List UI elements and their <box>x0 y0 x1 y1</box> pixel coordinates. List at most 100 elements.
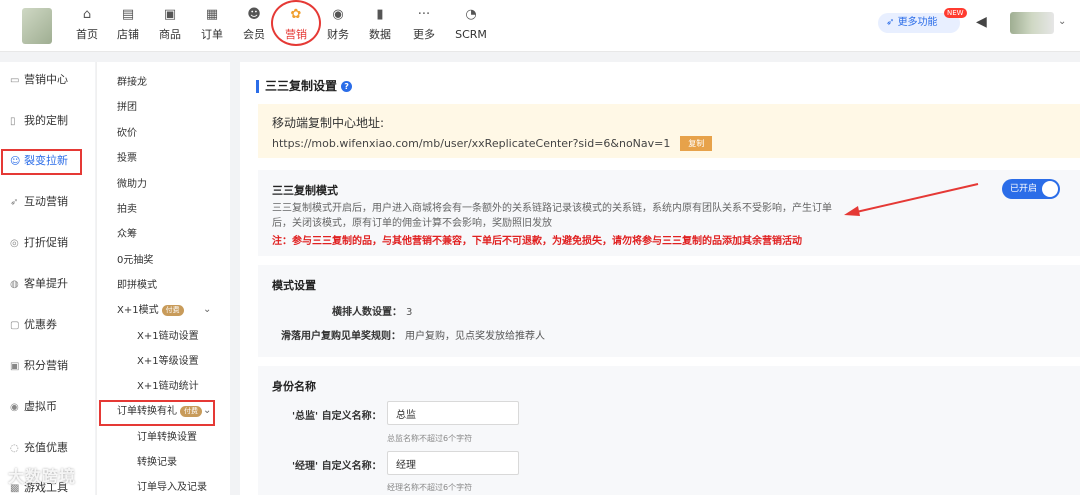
subnav-item[interactable]: 0元抽奖 <box>117 254 153 268</box>
slide-value: 用户复购，见点奖发放给推荐人 <box>405 331 545 342</box>
subnav-item[interactable]: 拼团 <box>117 101 137 115</box>
more-icon: ··· <box>417 7 431 22</box>
sidebar-item-order-boost[interactable]: ◍ 客单提升 <box>0 272 95 296</box>
sidebar-item-interactive[interactable]: ➶ 互动营销 <box>0 190 95 214</box>
virtual-coin-icon: ◉ <box>10 402 19 413</box>
shop-logo[interactable] <box>22 8 52 44</box>
chevron-down-icon[interactable]: ⌄ <box>203 304 211 315</box>
sidebar-item-label: 我的定制 <box>24 114 68 127</box>
home-icon: ⌂ <box>82 7 92 22</box>
nav-data[interactable]: ▮ 数据 <box>360 4 400 44</box>
main-content: 三三复制设置? 移动端复制中心地址: https://mob.wifenxiao… <box>240 62 1080 495</box>
chevron-down-icon[interactable]: ⌄ <box>1058 16 1066 27</box>
new-badge: NEW <box>944 8 967 18</box>
pattern-title: 模式设置 <box>272 279 316 292</box>
sidebar-item-recharge[interactable]: ◌ 充值优惠 <box>0 436 95 460</box>
help-icon[interactable]: ? <box>341 81 353 92</box>
order-boost-icon: ◍ <box>10 279 19 290</box>
manager-label: '经理' 自定义名称： <box>292 461 382 472</box>
director-label: '总监' 自定义名称： <box>292 411 382 422</box>
nav-store-label: 店铺 <box>117 28 139 41</box>
slide-rule-row: 滑落用户复购见单奖规则： 用户复购，见点奖发放给推荐人 <box>281 327 545 342</box>
mode-description: 三三复制模式开启后，用户进入商城将会有一条额外的关系链路记录该模式的关系链，系统… <box>272 203 832 229</box>
sidebar-item-label: 优惠券 <box>24 318 57 331</box>
sidebar-item-marketing-center[interactable]: ▭ 营销中心 <box>0 68 95 92</box>
toggle-label: 已开启 <box>1010 184 1038 194</box>
sidebar-item-points[interactable]: ▣ 积分营销 <box>0 354 95 378</box>
store-icon: ▤ <box>121 7 135 22</box>
marketing-center-icon: ▭ <box>10 75 20 86</box>
order-gift-highlight-box <box>99 400 215 426</box>
nav-store[interactable]: ▤ 店铺 <box>108 4 148 44</box>
sidebar-item-coupon[interactable]: ▢ 优惠券 <box>0 313 95 337</box>
data-icon: ▮ <box>376 7 384 22</box>
subnav-x1-child[interactable]: X+1链动设置 <box>137 330 199 344</box>
mode-toggle[interactable]: 已开启 <box>1002 179 1060 199</box>
subnav-item[interactable]: 群接龙 <box>117 76 147 90</box>
rank-value: 3 <box>406 307 413 318</box>
director-name-input[interactable] <box>387 401 519 425</box>
nav-scrm-label: SCRM <box>455 28 487 41</box>
subnav-item[interactable]: 投票 <box>117 152 137 166</box>
x1-mode-label: X+1模式 <box>117 305 159 316</box>
slide-label: 滑落用户复购见单奖规则： <box>281 331 401 342</box>
subnav-x1-child[interactable]: X+1等级设置 <box>137 355 199 369</box>
paid-badge: 付费 <box>161 305 184 316</box>
sidebar-item-label: 充值优惠 <box>24 441 68 454</box>
nav-order[interactable]: ▦ 订单 <box>192 4 232 44</box>
sidebar-secondary: 群接龙 拼团 砍价 投票 微助力 拍卖 众筹 0元抽奖 即拼模式 X+1模式 付费… <box>96 62 230 495</box>
finance-icon: ◉ <box>332 7 344 22</box>
nav-finance-label: 财务 <box>327 28 349 41</box>
nav-home[interactable]: ⌂ 首页 <box>67 4 107 44</box>
avatar[interactable] <box>1010 12 1054 34</box>
nav-finance[interactable]: ◉ 财务 <box>318 4 358 44</box>
sidebar-item-label: 虚拟币 <box>24 400 57 413</box>
rank-label: 横排人数设置： <box>332 307 402 318</box>
subnav-order-child[interactable]: 转换记录 <box>137 456 177 470</box>
sidebar-primary: ▭ 营销中心 ▯ 我的定制 ☺ 裂变拉新 ➶ 互动营销 ◎ 打折促销 ◍ 客单提升 ▢ 优惠券… <box>0 62 95 495</box>
sidebar-item-virtual-coin[interactable]: ◉ 虚拟币 <box>0 395 95 419</box>
order-icon: ▦ <box>205 7 219 22</box>
page-title-text: 三三复制设置 <box>265 79 338 93</box>
identity-name-panel: 身份名称 '总监' 自定义名称： 总监名称不超过6个字符 '经理' 自定义名称：… <box>258 366 1080 495</box>
discount-icon: ◎ <box>10 238 19 249</box>
fission-highlight-box <box>1 149 82 175</box>
subnav-item[interactable]: 即拼模式 <box>117 279 157 293</box>
nav-data-label: 数据 <box>369 28 391 41</box>
annotation-arrow-icon <box>844 183 979 216</box>
address-label: 移动端复制中心地址: <box>272 116 385 130</box>
mode-warning: 注：参与三三复制的品，与其他营销不兼容，下单后不可退款，为避免损失，请勿将参与三… <box>272 236 802 247</box>
subnav-item[interactable]: 砍价 <box>117 127 137 141</box>
sidebar-item-label: 互动营销 <box>24 195 68 208</box>
pattern-settings-panel: 模式设置 横排人数设置： 3 滑落用户复购见单奖规则： 用户复购，见点奖发放给推荐人 <box>258 265 1080 357</box>
speaker-icon[interactable]: ◀ <box>976 14 987 30</box>
subnav-item[interactable]: 众筹 <box>117 228 137 242</box>
subnav-x1-mode[interactable]: X+1模式 付费 <box>117 304 184 318</box>
subnav-order-child[interactable]: 订单导入及记录 <box>137 481 207 495</box>
member-icon: ☻ <box>247 7 261 22</box>
identity-title: 身份名称 <box>272 380 316 393</box>
nav-member[interactable]: ☻ 会员 <box>234 4 274 44</box>
marketing-highlight-circle <box>271 0 321 46</box>
nav-more[interactable]: ··· 更多 <box>404 4 444 44</box>
sidebar-item-discount[interactable]: ◎ 打折促销 <box>0 231 95 255</box>
recharge-icon: ◌ <box>10 443 19 454</box>
nav-scrm[interactable]: ◔ SCRM <box>451 4 491 44</box>
subnav-item[interactable]: 微助力 <box>117 178 147 192</box>
nav-home-label: 首页 <box>76 28 98 41</box>
sidebar-item-label: 客单提升 <box>24 277 68 290</box>
subnav-item[interactable]: 拍卖 <box>117 203 137 217</box>
subnav-x1-child[interactable]: X+1链动统计 <box>137 380 199 394</box>
scrm-icon: ◔ <box>465 7 477 22</box>
subnav-order-child[interactable]: 订单转换设置 <box>137 431 197 445</box>
toggle-knob <box>1042 181 1058 197</box>
coupon-icon: ▢ <box>10 320 20 331</box>
nav-goods[interactable]: ▣ 商品 <box>150 4 190 44</box>
points-icon: ▣ <box>10 361 20 372</box>
manager-name-input[interactable] <box>387 451 519 475</box>
sidebar-item-my-custom[interactable]: ▯ 我的定制 <box>0 109 95 133</box>
copy-button[interactable]: 复制 <box>680 136 713 151</box>
mobile-address-notice: 移动端复制中心地址: https://mob.wifenxiao.com/mb/… <box>258 104 1080 158</box>
nav-order-label: 订单 <box>201 28 223 41</box>
address-url: https://mob.wifenxiao.com/mb/user/xxRepl… <box>272 137 671 150</box>
